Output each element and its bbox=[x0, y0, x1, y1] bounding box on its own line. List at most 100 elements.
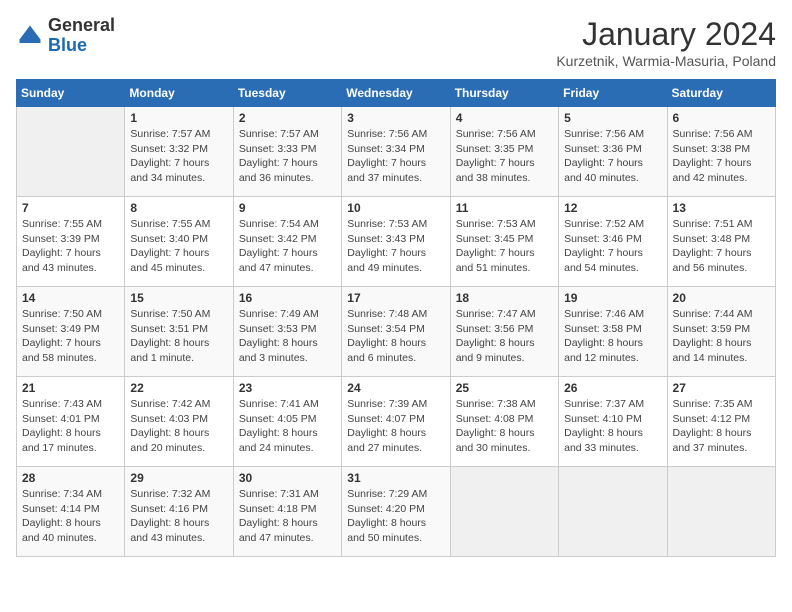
day-info: Sunrise: 7:32 AMSunset: 4:16 PMDaylight:… bbox=[130, 487, 227, 546]
calendar-cell: 25 Sunrise: 7:38 AMSunset: 4:08 PMDayligh… bbox=[450, 377, 558, 467]
calendar-cell: 19 Sunrise: 7:46 AMSunset: 3:58 PMDayligh… bbox=[559, 287, 667, 377]
day-info: Sunrise: 7:29 AMSunset: 4:20 PMDaylight:… bbox=[347, 487, 444, 546]
day-info: Sunrise: 7:52 AMSunset: 3:46 PMDaylight:… bbox=[564, 217, 661, 276]
day-info: Sunrise: 7:56 AMSunset: 3:35 PMDaylight:… bbox=[456, 127, 553, 186]
day-number: 6 bbox=[673, 111, 770, 125]
day-info: Sunrise: 7:38 AMSunset: 4:08 PMDaylight:… bbox=[456, 397, 553, 456]
calendar-cell: 17 Sunrise: 7:48 AMSunset: 3:54 PMDayligh… bbox=[342, 287, 450, 377]
day-number: 26 bbox=[564, 381, 661, 395]
day-number: 20 bbox=[673, 291, 770, 305]
calendar-cell bbox=[450, 467, 558, 557]
day-info: Sunrise: 7:49 AMSunset: 3:53 PMDaylight:… bbox=[239, 307, 336, 366]
day-info: Sunrise: 7:53 AMSunset: 3:45 PMDaylight:… bbox=[456, 217, 553, 276]
day-number: 9 bbox=[239, 201, 336, 215]
day-number: 24 bbox=[347, 381, 444, 395]
day-info: Sunrise: 7:56 AMSunset: 3:38 PMDaylight:… bbox=[673, 127, 770, 186]
page-header: General Blue January 2024 Kurzetnik, War… bbox=[16, 16, 776, 69]
weekday-header: Saturday bbox=[667, 80, 775, 107]
day-info: Sunrise: 7:53 AMSunset: 3:43 PMDaylight:… bbox=[347, 217, 444, 276]
day-number: 29 bbox=[130, 471, 227, 485]
logo-text: General Blue bbox=[48, 16, 115, 56]
day-number: 17 bbox=[347, 291, 444, 305]
day-number: 19 bbox=[564, 291, 661, 305]
day-number: 30 bbox=[239, 471, 336, 485]
logo-general: General bbox=[48, 15, 115, 35]
day-info: Sunrise: 7:51 AMSunset: 3:48 PMDaylight:… bbox=[673, 217, 770, 276]
day-info: Sunrise: 7:47 AMSunset: 3:56 PMDaylight:… bbox=[456, 307, 553, 366]
calendar-cell: 1 Sunrise: 7:57 AMSunset: 3:32 PMDaylight… bbox=[125, 107, 233, 197]
weekday-header: Tuesday bbox=[233, 80, 341, 107]
calendar-cell: 3 Sunrise: 7:56 AMSunset: 3:34 PMDaylight… bbox=[342, 107, 450, 197]
calendar-cell: 15Sunrise: 7:50 AMSunset: 3:51 PMDayligh… bbox=[125, 287, 233, 377]
day-number: 31 bbox=[347, 471, 444, 485]
day-number: 4 bbox=[456, 111, 553, 125]
day-info: Sunrise: 7:48 AMSunset: 3:54 PMDaylight:… bbox=[347, 307, 444, 366]
day-number: 2 bbox=[239, 111, 336, 125]
day-number: 23 bbox=[239, 381, 336, 395]
calendar-cell: 12 Sunrise: 7:52 AMSunset: 3:46 PMDayligh… bbox=[559, 197, 667, 287]
day-number: 14 bbox=[22, 291, 119, 305]
calendar-cell: 26 Sunrise: 7:37 AMSunset: 4:10 PMDayligh… bbox=[559, 377, 667, 467]
calendar-week-row: 14Sunrise: 7:50 AMSunset: 3:49 PMDayligh… bbox=[17, 287, 776, 377]
calendar-cell: 24 Sunrise: 7:39 AMSunset: 4:07 PMDayligh… bbox=[342, 377, 450, 467]
day-number: 8 bbox=[130, 201, 227, 215]
calendar-cell: 4 Sunrise: 7:56 AMSunset: 3:35 PMDaylight… bbox=[450, 107, 558, 197]
calendar-cell: 31 Sunrise: 7:29 AMSunset: 4:20 PMDayligh… bbox=[342, 467, 450, 557]
calendar-cell bbox=[559, 467, 667, 557]
day-info: Sunrise: 7:41 AMSunset: 4:05 PMDaylight:… bbox=[239, 397, 336, 456]
calendar-cell: 11Sunrise: 7:53 AMSunset: 3:45 PMDayligh… bbox=[450, 197, 558, 287]
calendar-week-row: 7Sunrise: 7:55 AMSunset: 3:39 PMDaylight… bbox=[17, 197, 776, 287]
day-info: Sunrise: 7:37 AMSunset: 4:10 PMDaylight:… bbox=[564, 397, 661, 456]
calendar-week-row: 28 Sunrise: 7:34 AMSunset: 4:14 PMDayligh… bbox=[17, 467, 776, 557]
calendar-cell: 23 Sunrise: 7:41 AMSunset: 4:05 PMDayligh… bbox=[233, 377, 341, 467]
calendar-cell: 21 Sunrise: 7:43 AMSunset: 4:01 PMDayligh… bbox=[17, 377, 125, 467]
title-block: January 2024 Kurzetnik, Warmia-Masuria, … bbox=[556, 16, 776, 69]
day-number: 25 bbox=[456, 381, 553, 395]
calendar-cell bbox=[17, 107, 125, 197]
day-info: Sunrise: 7:34 AMSunset: 4:14 PMDaylight:… bbox=[22, 487, 119, 546]
day-number: 5 bbox=[564, 111, 661, 125]
calendar-cell: 20Sunrise: 7:44 AMSunset: 3:59 PMDayligh… bbox=[667, 287, 775, 377]
calendar-cell: 27 Sunrise: 7:35 AMSunset: 4:12 PMDayligh… bbox=[667, 377, 775, 467]
day-info: Sunrise: 7:50 AMSunset: 3:51 PMDaylight:… bbox=[130, 307, 227, 366]
day-info: Sunrise: 7:56 AMSunset: 3:34 PMDaylight:… bbox=[347, 127, 444, 186]
calendar-cell: 28 Sunrise: 7:34 AMSunset: 4:14 PMDayligh… bbox=[17, 467, 125, 557]
calendar-week-row: 1 Sunrise: 7:57 AMSunset: 3:32 PMDaylight… bbox=[17, 107, 776, 197]
day-number: 12 bbox=[564, 201, 661, 215]
calendar-cell: 6 Sunrise: 7:56 AMSunset: 3:38 PMDaylight… bbox=[667, 107, 775, 197]
logo-icon bbox=[16, 22, 44, 50]
calendar-week-row: 21 Sunrise: 7:43 AMSunset: 4:01 PMDayligh… bbox=[17, 377, 776, 467]
weekday-header: Thursday bbox=[450, 80, 558, 107]
day-info: Sunrise: 7:39 AMSunset: 4:07 PMDaylight:… bbox=[347, 397, 444, 456]
day-info: Sunrise: 7:35 AMSunset: 4:12 PMDaylight:… bbox=[673, 397, 770, 456]
calendar-cell: 8 Sunrise: 7:55 AMSunset: 3:40 PMDaylight… bbox=[125, 197, 233, 287]
day-info: Sunrise: 7:56 AMSunset: 3:36 PMDaylight:… bbox=[564, 127, 661, 186]
day-number: 21 bbox=[22, 381, 119, 395]
day-number: 3 bbox=[347, 111, 444, 125]
calendar-cell: 2Sunrise: 7:57 AMSunset: 3:33 PMDaylight… bbox=[233, 107, 341, 197]
day-number: 1 bbox=[130, 111, 227, 125]
weekday-header-row: SundayMondayTuesdayWednesdayThursdayFrid… bbox=[17, 80, 776, 107]
calendar-cell: 22Sunrise: 7:42 AMSunset: 4:03 PMDayligh… bbox=[125, 377, 233, 467]
day-number: 16 bbox=[239, 291, 336, 305]
day-info: Sunrise: 7:43 AMSunset: 4:01 PMDaylight:… bbox=[22, 397, 119, 456]
day-info: Sunrise: 7:46 AMSunset: 3:58 PMDaylight:… bbox=[564, 307, 661, 366]
calendar-cell: 30Sunrise: 7:31 AMSunset: 4:18 PMDayligh… bbox=[233, 467, 341, 557]
day-number: 28 bbox=[22, 471, 119, 485]
calendar-cell bbox=[667, 467, 775, 557]
logo-blue: Blue bbox=[48, 35, 87, 55]
day-number: 13 bbox=[673, 201, 770, 215]
calendar-cell: 29 Sunrise: 7:32 AMSunset: 4:16 PMDayligh… bbox=[125, 467, 233, 557]
weekday-header: Friday bbox=[559, 80, 667, 107]
day-info: Sunrise: 7:54 AMSunset: 3:42 PMDaylight:… bbox=[239, 217, 336, 276]
weekday-header: Wednesday bbox=[342, 80, 450, 107]
day-info: Sunrise: 7:57 AMSunset: 3:32 PMDaylight:… bbox=[130, 127, 227, 186]
day-number: 22 bbox=[130, 381, 227, 395]
calendar-cell: 16 Sunrise: 7:49 AMSunset: 3:53 PMDayligh… bbox=[233, 287, 341, 377]
logo: General Blue bbox=[16, 16, 115, 56]
weekday-header: Sunday bbox=[17, 80, 125, 107]
day-number: 27 bbox=[673, 381, 770, 395]
calendar-cell: 10 Sunrise: 7:53 AMSunset: 3:43 PMDayligh… bbox=[342, 197, 450, 287]
day-number: 10 bbox=[347, 201, 444, 215]
day-info: Sunrise: 7:55 AMSunset: 3:40 PMDaylight:… bbox=[130, 217, 227, 276]
